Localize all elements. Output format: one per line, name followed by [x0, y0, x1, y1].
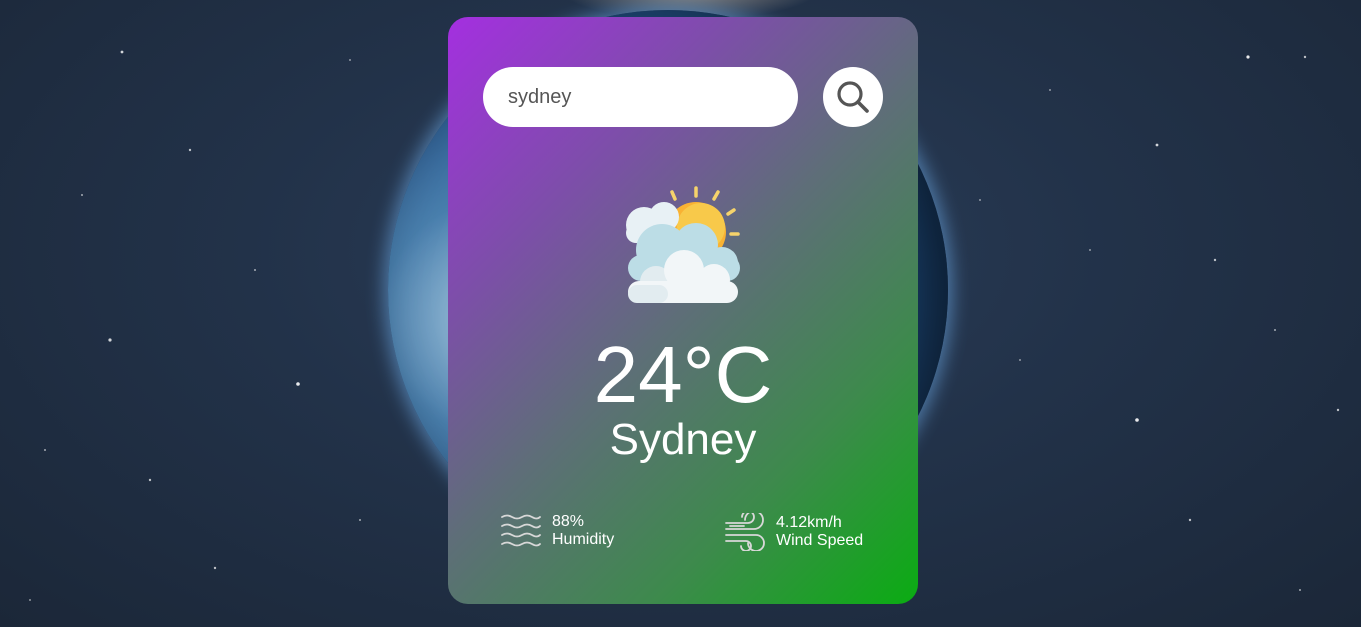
- search-input[interactable]: [483, 67, 798, 127]
- temperature: 24°C: [593, 330, 773, 419]
- humidity-value: 88%: [552, 513, 585, 530]
- wind-detail: 4.12km/h Wind Speed: [724, 513, 863, 551]
- sun-behind-clouds-icon: [626, 186, 740, 303]
- humidity-label: Humidity: [552, 531, 615, 548]
- city-name: Sydney: [609, 415, 757, 464]
- search-button[interactable]: [823, 67, 883, 127]
- wind-value: 4.12km/h: [776, 514, 842, 531]
- humidity-waves-icon: [501, 514, 541, 547]
- page: 24°C Sydney 88% Humidity: [0, 0, 1361, 627]
- search-icon: [837, 81, 869, 113]
- wind-icon: [725, 513, 765, 551]
- weather-card: 24°C Sydney 88% Humidity: [448, 17, 918, 604]
- wind-label: Wind Speed: [776, 532, 864, 549]
- humidity-detail: 88% Humidity: [500, 513, 614, 549]
